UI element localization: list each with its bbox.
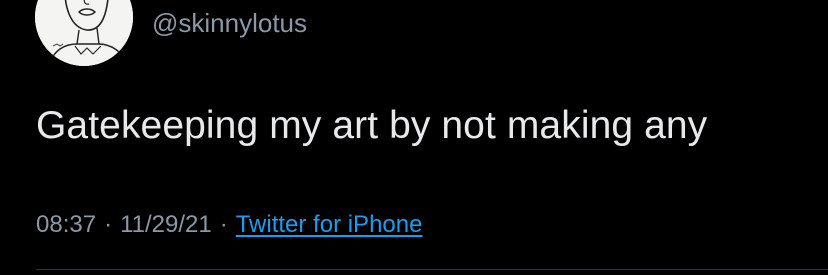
tweet-text: Gatekeeping my art by not making any [36,104,708,147]
tweet-card: @skinnylotus Gatekeeping my art by not m… [0,0,828,275]
divider [36,269,828,270]
tweet-date[interactable]: 11/29/21 [120,211,212,238]
separator-dot: · [104,211,113,238]
separator-dot: · [219,211,228,238]
tweet-metadata: 08:37 · 11/29/21 · Twitter for iPhone [36,211,422,239]
user-handle[interactable]: @skinnylotus [152,8,307,39]
avatar[interactable] [35,0,133,66]
avatar-drawing [35,0,133,66]
tweet-source-link[interactable]: Twitter for iPhone [236,211,423,238]
tweet-time[interactable]: 08:37 [36,211,96,238]
